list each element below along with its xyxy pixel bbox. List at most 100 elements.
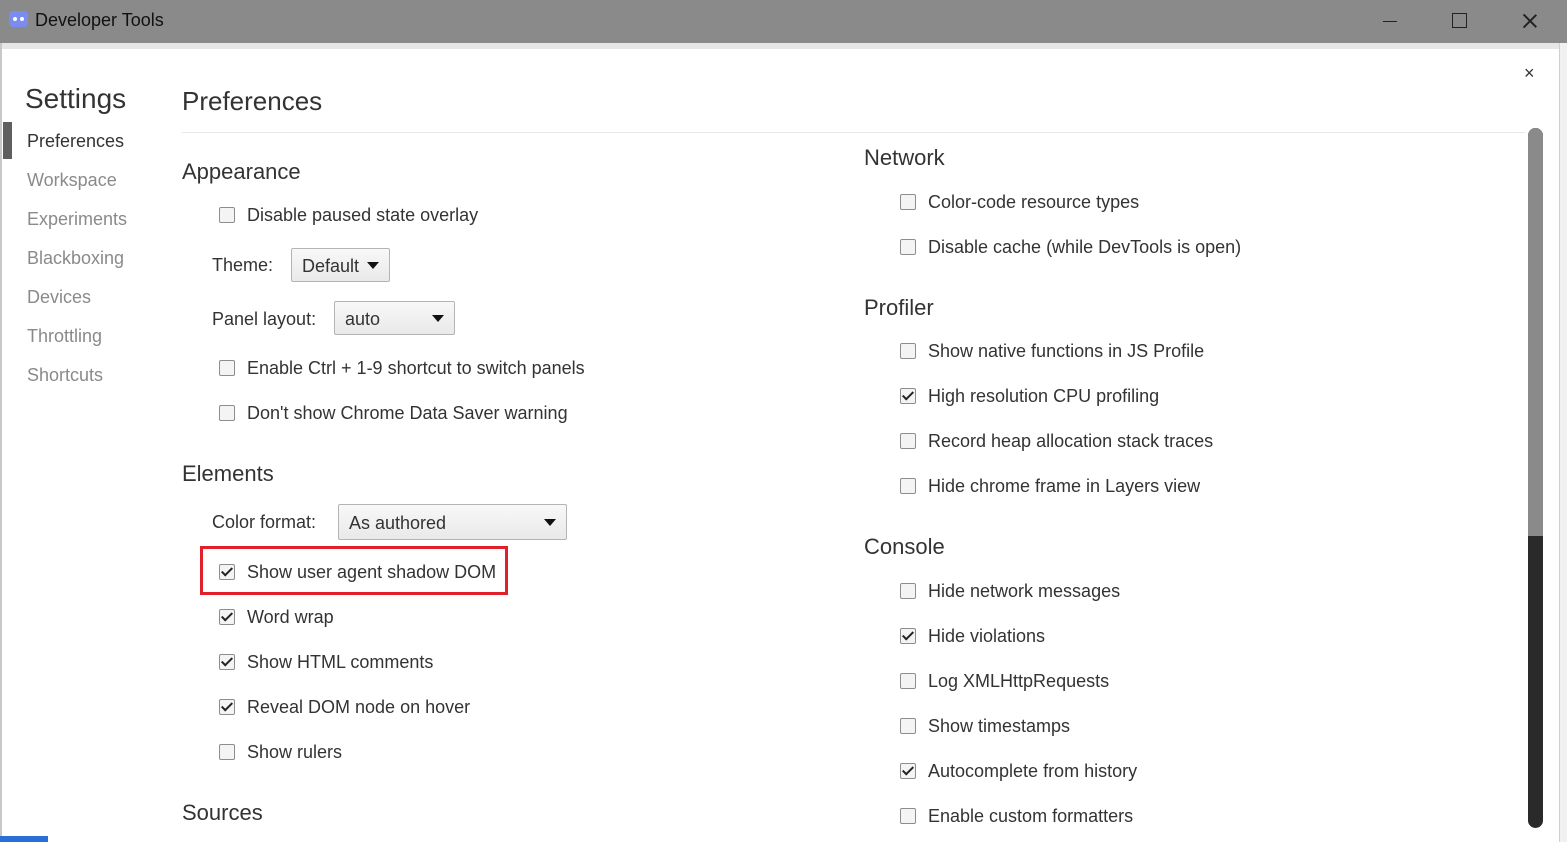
checkbox-row-color-code[interactable]: Color-code resource types <box>900 189 1139 215</box>
checkbox-row-heap-traces[interactable]: Record heap allocation stack traces <box>900 428 1213 454</box>
reveal-dom-checkbox[interactable] <box>219 699 235 715</box>
data-saver-checkbox[interactable] <box>219 405 235 421</box>
formatters-checkbox[interactable] <box>900 808 916 824</box>
section-title-profiler: Profiler <box>864 295 934 320</box>
sidebar-item-devices[interactable]: Devices <box>27 287 91 308</box>
section-title-appearance: Appearance <box>182 159 301 184</box>
active-tab-indicator <box>3 122 12 159</box>
checkbox-row-data-saver[interactable]: Don't show Chrome Data Saver warning <box>219 400 568 426</box>
color-format-select[interactable]: As authored <box>338 504 567 540</box>
xhr-checkbox[interactable] <box>900 673 916 689</box>
checkbox-row-network-messages[interactable]: Hide network messages <box>900 578 1120 604</box>
panel-layout-select[interactable]: auto <box>334 301 455 335</box>
autocomplete-checkbox[interactable] <box>900 763 916 779</box>
checkbox-row-reveal-dom[interactable]: Reveal DOM node on hover <box>219 694 470 720</box>
checkbox-label: Show user agent shadow DOM <box>247 561 497 582</box>
panel-layout-label: Panel layout: <box>212 309 317 329</box>
section-title-elements: Elements <box>182 461 274 486</box>
checkbox-label: Hide network messages <box>928 580 1121 601</box>
checkbox-row-xhr[interactable]: Log XMLHttpRequests <box>900 668 1109 694</box>
dialog-right-border <box>1559 43 1567 842</box>
ctrl-shortcut-checkbox[interactable] <box>219 360 235 376</box>
page-title: Preferences <box>182 86 323 116</box>
section-title-sources: Sources <box>182 800 263 825</box>
window-close-button[interactable] <box>1507 6 1553 36</box>
caret-down-icon <box>432 315 444 322</box>
checkbox-label: High resolution CPU profiling <box>928 385 1160 406</box>
sidebar-item-workspace[interactable]: Workspace <box>27 170 117 191</box>
shadow-dom-checkbox[interactable] <box>219 564 235 580</box>
checkbox-label: Disable paused state overlay <box>247 204 479 225</box>
minimize-button[interactable] <box>1367 6 1413 36</box>
sidebar-item-throttling[interactable]: Throttling <box>27 326 102 347</box>
settings-title: Settings <box>25 83 127 114</box>
theme-label: Theme: <box>212 255 274 275</box>
checkbox-row-disable-paused-overlay[interactable]: Disable paused state overlay <box>219 202 478 228</box>
chrome-frame-checkbox[interactable] <box>900 478 916 494</box>
color-format-select-value: As authored <box>349 513 447 533</box>
sidebar-item-blackboxing[interactable]: Blackboxing <box>27 248 124 269</box>
checkbox-row-html-comments[interactable]: Show HTML comments <box>219 649 433 675</box>
rulers-checkbox[interactable] <box>219 744 235 760</box>
heap-traces-checkbox[interactable] <box>900 433 916 449</box>
html-comments-checkbox[interactable] <box>219 654 235 670</box>
checkbox-row-ctrl-shortcut[interactable]: Enable Ctrl + 1-9 shortcut to switch pan… <box>219 355 585 381</box>
theme-select[interactable]: Default <box>291 248 390 282</box>
dialog-left-border <box>0 43 2 842</box>
caret-down-icon <box>367 262 379 269</box>
checkbox-label: Don't show Chrome Data Saver warning <box>247 402 568 423</box>
sidebar-item-shortcuts[interactable]: Shortcuts <box>27 365 103 386</box>
disable-cache-checkbox[interactable] <box>900 239 916 255</box>
checkbox-label: Hide chrome frame in Layers view <box>928 475 1201 496</box>
word-wrap-checkbox[interactable] <box>219 609 235 625</box>
checkbox-row-shadow-dom[interactable]: Show user agent shadow DOM <box>219 559 496 585</box>
sidebar-item-experiments[interactable]: Experiments <box>27 209 127 230</box>
color-code-checkbox[interactable] <box>900 194 916 210</box>
checkbox-row-formatters[interactable]: Enable custom formatters <box>900 803 1133 829</box>
checkbox-label: Reveal DOM node on hover <box>247 696 471 717</box>
checkbox-label: Enable custom formatters <box>928 805 1134 826</box>
checkbox-row-native-functions[interactable]: Show native functions in JS Profile <box>900 338 1204 364</box>
checkbox-label: Color-code resource types <box>928 191 1140 212</box>
window-title: Developer Tools <box>35 10 164 30</box>
timestamps-checkbox[interactable] <box>900 718 916 734</box>
checkbox-label: Disable cache (while DevTools is open) <box>928 236 1242 257</box>
dialog-top-border <box>0 43 1567 49</box>
checkbox-label: Enable Ctrl + 1-9 shortcut to switch pan… <box>247 357 585 378</box>
settings-close-icon[interactable]: × <box>1524 63 1535 84</box>
checkbox-label: Show HTML comments <box>247 651 434 672</box>
checkbox-label: Word wrap <box>247 606 334 627</box>
theme-select-value: Default <box>302 256 360 276</box>
window-titlebar: Developer Tools <box>0 0 1567 43</box>
checkbox-label: Show native functions in JS Profile <box>928 340 1205 361</box>
checkbox-label: Show rulers <box>247 741 343 762</box>
disable-paused-overlay-checkbox[interactable] <box>219 207 235 223</box>
violations-checkbox[interactable] <box>900 628 916 644</box>
scrollbar-track-upper[interactable] <box>1528 128 1543 536</box>
caret-down-icon <box>544 519 556 526</box>
network-messages-checkbox[interactable] <box>900 583 916 599</box>
checkbox-label: Record heap allocation stack traces <box>928 430 1214 451</box>
section-title-network: Network <box>864 145 945 170</box>
checkbox-row-timestamps[interactable]: Show timestamps <box>900 713 1070 739</box>
high-res-checkbox[interactable] <box>900 388 916 404</box>
panel-layout-select-value: auto <box>345 309 381 329</box>
checkbox-row-high-res[interactable]: High resolution CPU profiling <box>900 383 1159 409</box>
checkbox-row-word-wrap[interactable]: Word wrap <box>219 604 334 630</box>
checkbox-label: Hide violations <box>928 625 1046 646</box>
checkbox-row-chrome-frame[interactable]: Hide chrome frame in Layers view <box>900 473 1200 499</box>
checkbox-row-violations[interactable]: Hide violations <box>900 623 1045 649</box>
checkbox-label: Log XMLHttpRequests <box>928 670 1110 691</box>
maximize-button[interactable] <box>1437 6 1483 36</box>
section-title-console: Console <box>864 534 945 559</box>
native-functions-checkbox[interactable] <box>900 343 916 359</box>
checkbox-label: Show timestamps <box>928 715 1071 736</box>
checkbox-label: Autocomplete from history <box>928 760 1138 781</box>
taskbar-fragment <box>0 836 48 842</box>
checkbox-row-disable-cache[interactable]: Disable cache (while DevTools is open) <box>900 234 1241 260</box>
checkbox-row-rulers[interactable]: Show rulers <box>219 739 342 765</box>
checkbox-row-autocomplete[interactable]: Autocomplete from history <box>900 758 1137 784</box>
color-format-label: Color format: <box>212 512 317 532</box>
title-divider <box>182 132 1525 133</box>
sidebar-item-preferences[interactable]: Preferences <box>27 131 124 152</box>
